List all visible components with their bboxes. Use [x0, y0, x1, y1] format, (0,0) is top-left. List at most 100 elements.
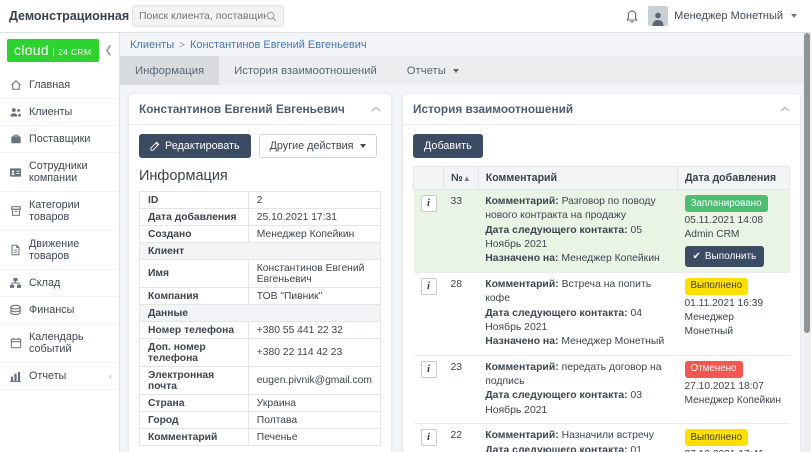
history-col-comment[interactable]: Комментарий [478, 167, 677, 190]
sidebar-item-label: Поставщики [29, 133, 90, 145]
sidebar-item[interactable]: Клиенты [0, 99, 119, 126]
tab-active[interactable]: Информация [120, 56, 219, 85]
history-row-comment: Комментарий: передать договор на подпись… [478, 355, 677, 423]
info-button[interactable]: i [421, 278, 437, 295]
breadcrumb-link[interactable]: Константинов Евгений Евгеньевич [190, 39, 367, 51]
sidebar-item[interactable]: Сотрудники компании [0, 153, 119, 192]
sidebar-item-label: Клиенты [29, 106, 72, 118]
sidebar-item[interactable]: Отчеты‹ [0, 363, 119, 390]
logo-suffix: 24 CRM [53, 47, 92, 57]
info-value: +380 55 441 22 32 [248, 322, 380, 339]
home-icon [9, 79, 22, 91]
info-button[interactable]: i [421, 429, 437, 446]
info-value: +380 22 114 42 23 [248, 339, 380, 367]
tab-item[interactable]: Отчеты [392, 56, 474, 85]
info-button[interactable]: i [421, 361, 437, 378]
sidebar-collapse-icon[interactable]: ❮ [105, 45, 113, 56]
status-badge: Выполнено [685, 278, 749, 295]
add-history-button[interactable]: Добавить [413, 134, 483, 158]
other-actions-button[interactable]: Другие действия [259, 134, 378, 158]
sidebar-item[interactable]: Финансы [0, 297, 119, 324]
history-row: i28Комментарий: Встреча на попить кофеДа… [414, 272, 790, 355]
sidebar-item-label: Главная [29, 79, 70, 91]
collapse-chevron-up-icon[interactable] [780, 106, 790, 113]
sidebar-item-label: Финансы [29, 304, 74, 316]
history-row-date: 05.11.2021 14:08 [685, 214, 783, 228]
breadcrumb: Клиенты>Константинов Евгений Евгеньевич [120, 33, 803, 56]
info-label: Страна [140, 395, 249, 412]
scrollbar-thumb[interactable] [804, 33, 810, 333]
history-row: i22Комментарий: Назначили встречуДата сл… [414, 424, 790, 452]
logo-word: cloud [14, 42, 49, 58]
history-row-comment: Комментарий: Разговор по поводу нового к… [478, 190, 677, 273]
info-row: Клиент [140, 243, 381, 260]
info-group-header: Клиент [140, 243, 381, 260]
info-row: ГородПолтава [140, 412, 381, 429]
history-row-comment: Комментарий: Встреча на попить кофеДата … [478, 272, 677, 355]
notifications-bell-icon[interactable] [625, 9, 639, 24]
info-label: Дата добавления [140, 209, 249, 226]
tab-item[interactable]: История взаимоотношений [219, 56, 392, 85]
info-label: Номер телефона [140, 322, 249, 339]
info-label: Имя [140, 260, 249, 288]
info-button[interactable]: i [421, 195, 437, 212]
sort-asc-icon: ▲ [463, 174, 471, 183]
history-row-num: 33 [444, 190, 479, 273]
sidebar-item-label: Склад [29, 277, 60, 289]
history-card: История взаимоотношений Добавить №▲ Комм… [402, 93, 801, 452]
sidebar-item[interactable]: Движение товаров [0, 231, 119, 270]
global-search[interactable] [132, 5, 284, 27]
info-row: КомпанияТОВ "Пивник" [140, 288, 381, 305]
info-value: Константинов Евгений Евгеньевич [248, 260, 380, 288]
collapse-chevron-up-icon[interactable] [371, 106, 381, 113]
info-value: Менеджер Копейкин [248, 226, 380, 243]
users-icon [9, 106, 22, 118]
document-icon [9, 244, 22, 256]
breadcrumb-link[interactable]: Клиенты [130, 39, 174, 51]
info-label: Город [140, 412, 249, 429]
info-value: Украина [248, 395, 380, 412]
info-row: ID2 [140, 192, 381, 209]
history-col-date[interactable]: Дата добавления [678, 167, 790, 190]
global-search-input[interactable] [139, 10, 266, 22]
sidebar-nav: Главная Клиенты Поставщики Сотрудники компа… [0, 72, 119, 390]
warehouse-icon [9, 277, 22, 289]
user-menu[interactable]: Менеджер Монетный [648, 6, 797, 26]
complete-button-label: Выполнить [705, 250, 756, 264]
sidebar-item[interactable]: Календарь событий [0, 324, 119, 363]
sidebar-item[interactable]: Поставщики [0, 126, 119, 153]
history-table: №▲ Комментарий Дата добавления i33Коммен… [413, 166, 790, 452]
client-info-card: Константинов Евгений Евгеньевич Редактир… [128, 93, 392, 452]
history-col-num[interactable]: №▲ [444, 167, 479, 190]
client-info-table: ID2Дата добавления25.10.2021 17:31Создан… [139, 191, 381, 446]
avatar [648, 6, 668, 26]
info-group-header: Данные [140, 305, 381, 322]
history-row-author: Admin CRM [685, 228, 783, 242]
history-row-date: 27.10.2021 17:41 [685, 448, 783, 452]
history-row-status: Выполнено27.10.2021 17:41Менеджер Копейк… [678, 424, 790, 452]
demo-version-label: Демонстрационная версия [0, 9, 120, 23]
complete-button[interactable]: ✔Выполнить [685, 246, 765, 267]
chevron-down-icon [453, 69, 459, 73]
sidebar-item-label: Сотрудники компании [29, 160, 113, 184]
info-row: СтранаУкраина [140, 395, 381, 412]
info-row: Данные [140, 305, 381, 322]
sidebar-item[interactable]: Категории товаров [0, 192, 119, 231]
info-value: Печенье [248, 429, 380, 446]
edit-button[interactable]: Редактировать [139, 134, 251, 158]
sidebar-item-label: Категории товаров [29, 199, 113, 223]
sidebar-item[interactable]: Главная [0, 72, 119, 99]
finance-icon [9, 304, 22, 316]
app-logo[interactable]: cloud 24 CRM [7, 39, 99, 62]
status-badge: Выполнено [685, 429, 749, 446]
history-card-title: История взаимоотношений [413, 102, 573, 116]
tab-bar: ИнформацияИстория взаимоотношенийОтчеты [120, 56, 803, 85]
categories-icon [9, 205, 22, 217]
info-value: 2 [248, 192, 380, 209]
sidebar-item[interactable]: Склад [0, 270, 119, 297]
chevron-down-icon [791, 14, 797, 18]
status-badge: Отменено [685, 361, 743, 378]
info-section-title: Информация [139, 168, 381, 184]
info-label: Доп. номер телефона [140, 339, 249, 367]
info-row: КомментарийПеченье [140, 429, 381, 446]
